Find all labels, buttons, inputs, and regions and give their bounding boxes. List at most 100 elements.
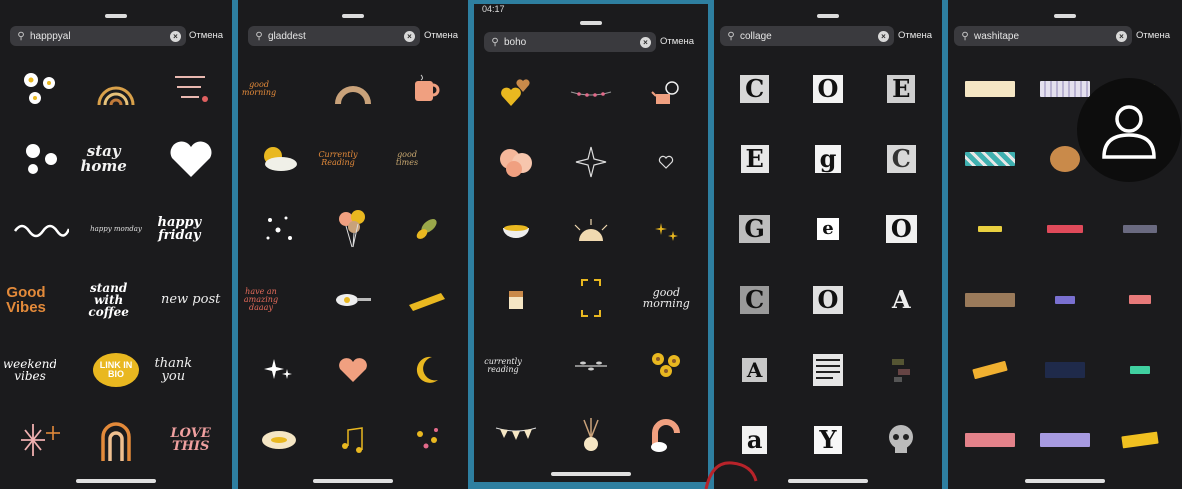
sticker-stand-with-coffee[interactable]: stand with coffee [79, 264, 139, 334]
sticker-skull[interactable] [865, 405, 938, 475]
sticker-tape-slate[interactable] [1103, 194, 1178, 264]
sticker-letter[interactable]: A [718, 335, 791, 405]
sticker-peaches[interactable] [478, 128, 553, 196]
cancel-button[interactable]: Отмена [189, 30, 223, 41]
sticker-tape-yellow[interactable] [952, 194, 1027, 264]
sticker-balloons[interactable] [316, 194, 390, 264]
sticker-currently-reading-boho[interactable]: currently reading [478, 332, 528, 400]
sticker-music-notes[interactable] [316, 405, 390, 475]
sticker-stay-home[interactable]: stay home [79, 124, 129, 194]
sticker-sparkle-flowers[interactable] [4, 124, 79, 194]
sticker-letter[interactable]: E [718, 124, 791, 194]
sticker-letter[interactable]: Y [791, 405, 864, 475]
sticker-sparkle-stars[interactable] [242, 335, 316, 405]
sticker-currently-reading[interactable]: Currently Reading [316, 124, 360, 194]
sheet-handle[interactable] [580, 21, 602, 25]
search-field[interactable]: ⚲ washitape × [954, 26, 1132, 46]
sticker-tape-pink[interactable] [1103, 264, 1178, 334]
sticker-arch[interactable] [79, 405, 154, 475]
sticker-have-an-amazing-day[interactable]: have an amazing daaay [242, 264, 280, 334]
sticker-daisies[interactable] [4, 54, 79, 124]
clear-search-icon[interactable]: × [640, 36, 651, 48]
sticker-sunflowers[interactable] [629, 332, 704, 400]
sticker-tape-mint[interactable] [1103, 335, 1178, 405]
sticker-tape-lavender[interactable] [1027, 405, 1102, 475]
sticker-pampas-vase[interactable] [553, 400, 628, 468]
sticker-happy-friday[interactable]: happy friday [153, 194, 205, 264]
sticker-tape-teal-stripes[interactable] [952, 124, 1027, 194]
sticker-newsprint-collage[interactable] [791, 335, 864, 405]
sticker-stars[interactable] [242, 194, 316, 264]
sticker-weekend-vibes[interactable]: weekend vibes [4, 335, 56, 405]
search-query[interactable]: boho [502, 37, 640, 48]
sticker-letter[interactable]: E [865, 54, 938, 124]
sticker-coffee-drink[interactable] [478, 264, 553, 332]
sticker-letter[interactable]: G [718, 194, 791, 264]
sticker-good-morning[interactable]: good morning [242, 54, 276, 124]
cancel-button[interactable]: Отмена [898, 30, 932, 41]
sticker-tape-coral-dots[interactable] [952, 405, 1027, 475]
sticker-rainbow-arc[interactable] [316, 54, 390, 124]
sticker-letter[interactable]: C [718, 264, 791, 334]
sticker-letter[interactable]: g [791, 124, 864, 194]
search-query[interactable]: washitape [972, 31, 1116, 42]
cancel-button[interactable]: Отмена [1136, 30, 1170, 41]
sheet-handle[interactable] [342, 14, 364, 18]
sticker-rainbow-cloud[interactable] [629, 400, 704, 468]
sticker-tape-gold[interactable] [1103, 405, 1178, 475]
clear-search-icon[interactable]: × [878, 30, 889, 42]
sticker-leaves[interactable] [390, 194, 464, 264]
sticker-bowl[interactable] [478, 196, 553, 264]
sticker-frying-pan[interactable] [316, 264, 390, 334]
sticker-moon[interactable] [390, 335, 464, 405]
search-query[interactable]: collage [738, 31, 878, 42]
sticker-letter[interactable]: C [865, 124, 938, 194]
search-query[interactable]: gladdest [266, 31, 404, 42]
sticker-boho-sun[interactable] [553, 196, 628, 264]
clear-search-icon[interactable]: × [1116, 30, 1127, 42]
sheet-handle[interactable] [817, 14, 839, 18]
sticker-heart-peach[interactable] [316, 335, 390, 405]
sticker-frame-corners[interactable] [553, 264, 628, 332]
sticker-letter[interactable]: O [865, 194, 938, 264]
sticker-sparkles-burst[interactable] [4, 405, 79, 475]
sticker-good-vibes[interactable]: Good Vibes [4, 264, 48, 334]
sticker-squiggle[interactable] [4, 194, 79, 264]
sticker-thank-you[interactable]: thank you [153, 335, 193, 405]
sticker-tape-night[interactable] [1027, 335, 1102, 405]
sticker-dark-scraps[interactable] [865, 335, 938, 405]
sticker-good-morning-boho[interactable]: good morning [629, 264, 704, 332]
sticker-tape-kraft[interactable] [952, 264, 1027, 334]
sticker-have-a-great-day[interactable] [153, 54, 228, 124]
sticker-gold-hearts[interactable] [478, 60, 553, 128]
sticker-pancake[interactable] [242, 405, 316, 475]
clear-search-icon[interactable]: × [404, 30, 415, 42]
sticker-ribbon[interactable] [390, 264, 464, 334]
sticker-rainbow[interactable] [79, 54, 154, 124]
search-field[interactable]: ⚲ gladdest × [248, 26, 420, 46]
sticker-small-heart[interactable] [629, 128, 704, 196]
sticker-letter[interactable]: O [791, 54, 864, 124]
search-field[interactable]: ⚲ happpyal × [10, 26, 186, 46]
sticker-heart-garland[interactable] [553, 60, 628, 128]
sticker-letter[interactable]: e [791, 194, 864, 264]
sheet-handle[interactable] [1054, 14, 1076, 18]
sticker-branch[interactable] [553, 332, 628, 400]
clear-search-icon[interactable]: × [170, 30, 181, 42]
sticker-good-times[interactable]: good times [390, 124, 424, 194]
sticker-sparkle-outline[interactable] [553, 128, 628, 196]
cancel-button[interactable]: Отмена [660, 36, 694, 47]
sticker-gold-sparkles[interactable] [629, 196, 704, 264]
sticker-coffee-cup[interactable] [390, 54, 464, 124]
search-field[interactable]: ⚲ collage × [720, 26, 894, 46]
sticker-watering-can[interactable] [629, 60, 704, 128]
sheet-handle[interactable] [105, 14, 127, 18]
sticker-letter[interactable]: O [791, 264, 864, 334]
sticker-sun-cloud[interactable] [242, 124, 316, 194]
sticker-happy-monday[interactable]: happy monday [79, 194, 154, 264]
sticker-confetti-stars[interactable] [390, 405, 464, 475]
sticker-new-post[interactable]: new post [153, 264, 228, 334]
search-field[interactable]: ⚲ boho × [484, 32, 656, 52]
sticker-tape-violet[interactable] [1027, 264, 1102, 334]
sticker-letter[interactable]: A [865, 264, 938, 334]
